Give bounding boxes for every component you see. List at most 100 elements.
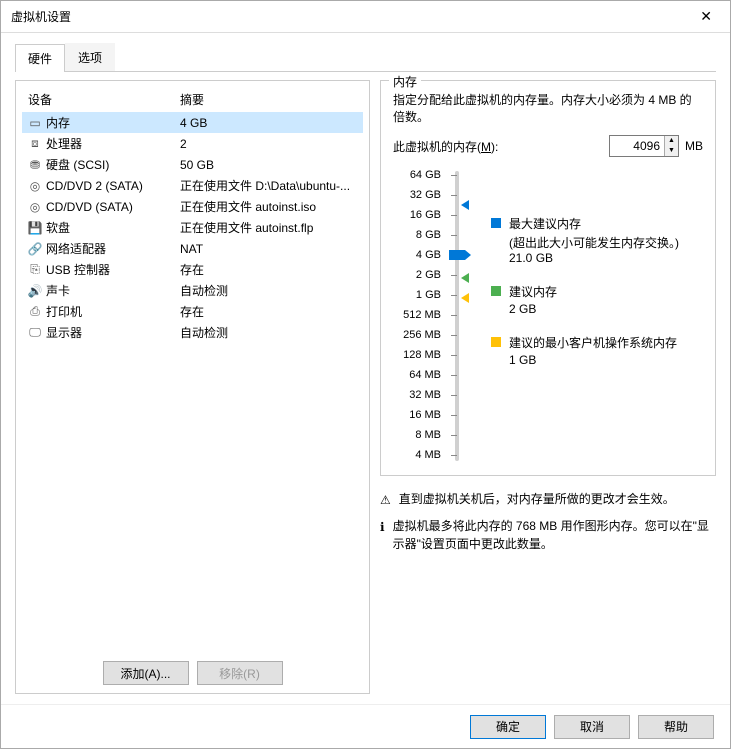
cd-icon: ◎ — [28, 200, 42, 214]
info-icon: ℹ — [380, 518, 385, 553]
cpu-icon: ⧈ — [28, 137, 42, 151]
help-button[interactable]: 帮助 — [638, 715, 714, 739]
tab-options[interactable]: 选项 — [65, 43, 115, 71]
tick-label: 4 MB — [393, 445, 441, 465]
tick-mark — [451, 375, 457, 376]
hw-row-3[interactable]: ◎ CD/DVD 2 (SATA) 正在使用文件 D:\Data\ubuntu-..… — [22, 175, 363, 196]
dialog-footer: 确定 取消 帮助 — [1, 704, 730, 748]
legend-max: 最大建议内存 (超出此大小可能发生内存交换。) 21.0 GB — [491, 215, 703, 265]
hw-row-4[interactable]: ◎CD/DVD (SATA)正在使用文件 autoinst.iso — [22, 196, 363, 217]
hw-name: 硬盘 (SCSI) — [46, 156, 109, 173]
tick-mark — [451, 215, 457, 216]
tab-hardware[interactable]: 硬件 — [15, 44, 65, 72]
tick-mark — [451, 275, 457, 276]
tick-label: 16 MB — [393, 405, 441, 425]
ok-button[interactable]: 确定 — [470, 715, 546, 739]
spinner-buttons[interactable]: ▲▼ — [664, 136, 678, 156]
tick-label: 64 GB — [393, 165, 441, 185]
hw-name: 处理器 — [46, 135, 82, 152]
legend-blue-icon — [491, 218, 501, 228]
tick-label: 256 MB — [393, 325, 441, 345]
memory-input[interactable] — [610, 136, 664, 156]
memory-group-title: 内存 — [389, 73, 421, 90]
window-title: 虚拟机设置 — [11, 8, 692, 25]
content-area: 硬件 选项 设备 摘要 ▭ 内存 4 GB ⧈ 处理器 2 ⛃ 硬盘 (SCSI) 50 GB ◎… — [1, 33, 730, 704]
tick-mark — [451, 175, 457, 176]
hw-row-7[interactable]: ⎘USB 控制器存在 — [22, 259, 363, 280]
warning-note: ⚠ 直到虚拟机关机后，对内存量所做的更改才会生效。 — [380, 490, 716, 509]
usb-icon: ⎘ — [28, 263, 42, 277]
tick-mark — [451, 355, 457, 356]
warning-icon: ⚠ — [380, 491, 391, 509]
titlebar: 虚拟机设置 ✕ — [1, 1, 730, 33]
hw-name: CD/DVD (SATA) — [46, 200, 133, 214]
hw-summary: NAT — [180, 242, 357, 256]
hardware-list-pane: 设备 摘要 ▭内存4 GB⧈处理器2⛃硬盘 (SCSI)50 GB◎CD/DVD… — [15, 80, 370, 694]
slider-thumb[interactable] — [449, 250, 465, 260]
floppy-icon: 💾 — [28, 221, 42, 235]
hw-row-10[interactable]: 🖵 显示器 自动检测 — [22, 322, 363, 343]
hw-row-8[interactable]: 🔊声卡自动检测 — [22, 280, 363, 301]
hw-row-2[interactable]: ⛃ 硬盘 (SCSI) 50 GB — [22, 154, 363, 175]
memory-unit: MB — [685, 139, 703, 153]
slider-track-wrap[interactable] — [447, 165, 473, 465]
tick-label: 2 GB — [393, 265, 441, 285]
hw-summary: 50 GB — [180, 158, 357, 172]
memory-spinner[interactable]: ▲▼ — [609, 135, 679, 157]
spin-up-icon: ▲ — [665, 136, 678, 146]
disk-icon: ⛃ — [28, 158, 42, 172]
cancel-button[interactable]: 取消 — [554, 715, 630, 739]
add-button[interactable]: 添加(A)... — [103, 661, 189, 685]
hw-name: 网络适配器 — [46, 240, 106, 257]
slider-tick-labels: 64 GB32 GB16 GB8 GB4 GB2 GB1 GB512 MB256… — [393, 165, 447, 465]
memory-desc: 指定分配给此虚拟机的内存量。内存大小必须为 4 MB 的倍数。 — [393, 91, 703, 125]
tick-label: 4 GB — [393, 245, 441, 265]
hw-row-1[interactable]: ⧈ 处理器 2 — [22, 133, 363, 154]
slider-legend: 最大建议内存 (超出此大小可能发生内存交换。) 21.0 GB 建议内存 2 G… — [473, 165, 703, 465]
hw-summary: 2 — [180, 137, 357, 151]
marker-max-icon — [461, 200, 469, 210]
col-summary: 摘要 — [180, 91, 204, 108]
hw-row-6[interactable]: 🔗网络适配器NAT — [22, 238, 363, 259]
remove-button[interactable]: 移除(R) — [197, 661, 283, 685]
memory-slider-area: 64 GB32 GB16 GB8 GB4 GB2 GB1 GB512 MB256… — [393, 165, 703, 465]
tick-label: 16 GB — [393, 205, 441, 225]
close-icon[interactable]: ✕ — [692, 4, 720, 29]
printer-icon: ⎙ — [28, 305, 42, 319]
tick-mark — [451, 395, 457, 396]
marker-min-icon — [461, 293, 469, 303]
tick-label: 8 MB — [393, 425, 441, 445]
hw-buttons: 添加(A)... 移除(R) — [22, 655, 363, 687]
tick-mark — [451, 455, 457, 456]
cd-icon: ◎ — [28, 179, 42, 193]
memory-icon: ▭ — [28, 116, 42, 130]
hw-summary: 正在使用文件 autoinst.flp — [180, 219, 357, 236]
detail-pane: 内存 指定分配给此虚拟机的内存量。内存大小必须为 4 MB 的倍数。 此虚拟机的… — [380, 80, 716, 694]
hw-row-9[interactable]: ⎙打印机存在 — [22, 301, 363, 322]
tick-mark — [451, 435, 457, 436]
hw-summary: 正在使用文件 D:\Data\ubuntu-... — [180, 177, 357, 194]
tick-label: 128 MB — [393, 345, 441, 365]
marker-rec-icon — [461, 273, 469, 283]
spin-down-icon: ▼ — [665, 146, 678, 156]
tick-label: 8 GB — [393, 225, 441, 245]
hw-name: 显示器 — [46, 324, 82, 341]
tick-mark — [451, 195, 457, 196]
table-header: 设备 摘要 — [22, 87, 363, 112]
display-icon: 🖵 — [28, 326, 42, 340]
vm-settings-window: 虚拟机设置 ✕ 硬件 选项 设备 摘要 ▭ 内存 4 GB ⧈ 处理器 2 ⛃ 硬盘 (SCS… — [0, 0, 731, 749]
hw-row-5[interactable]: 💾 软盘 正在使用文件 autoinst.flp — [22, 217, 363, 238]
sound-icon: 🔊 — [28, 284, 42, 298]
memory-input-row: 此虚拟机的内存(M): ▲▼ MB — [393, 135, 703, 157]
hw-summary: 存在 — [180, 303, 357, 320]
hw-name: 内存 — [46, 114, 70, 131]
memory-label: 此虚拟机的内存(M): — [393, 138, 498, 155]
col-device: 设备 — [28, 91, 180, 108]
hw-summary: 自动检测 — [180, 324, 357, 341]
hw-name: CD/DVD 2 (SATA) — [46, 179, 143, 193]
legend-min: 建议的最小客户机操作系统内存 1 GB — [491, 334, 703, 367]
tick-mark — [451, 315, 457, 316]
hw-name: 软盘 — [46, 219, 70, 236]
tick-label: 32 GB — [393, 185, 441, 205]
hw-row-0[interactable]: ▭内存4 GB — [22, 112, 363, 133]
